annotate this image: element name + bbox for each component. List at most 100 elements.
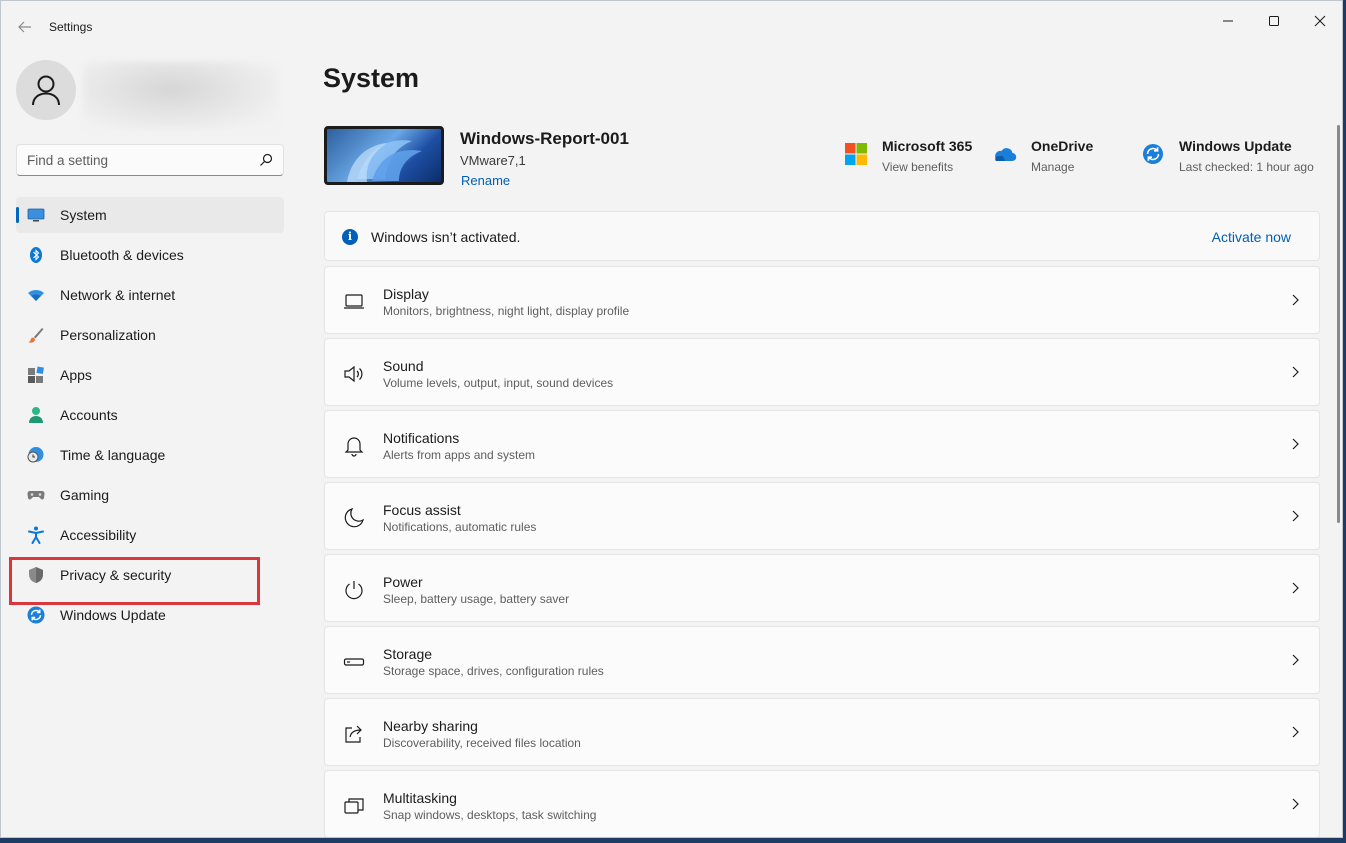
power-icon	[343, 579, 365, 601]
gamepad-icon	[27, 486, 45, 504]
card-title: Sound	[383, 358, 424, 374]
microsoft-logo-icon	[844, 142, 868, 166]
sidebar-item-personalization[interactable]: Personalization	[16, 317, 284, 353]
activation-message: Windows isn’t activated.	[371, 229, 521, 245]
multitasking-icon	[343, 795, 365, 817]
sidebar-item-network[interactable]: Network & internet	[16, 277, 284, 313]
sidebar-item-label: Personalization	[60, 327, 156, 343]
back-arrow-icon[interactable]	[15, 17, 35, 37]
card-multitasking[interactable]: Multitasking Snap windows, desktops, tas…	[324, 770, 1320, 837]
card-display[interactable]: Display Monitors, brightness, night ligh…	[324, 266, 1320, 334]
chevron-right-icon	[1289, 581, 1301, 595]
rename-link[interactable]: Rename	[461, 173, 510, 188]
bluetooth-icon	[27, 246, 45, 264]
moon-icon	[343, 507, 365, 529]
card-title: Multitasking	[383, 790, 457, 806]
sync-icon	[27, 606, 45, 624]
quick-link-subtitle: Manage	[1031, 160, 1075, 174]
activate-now-link[interactable]: Activate now	[1212, 229, 1291, 245]
brush-icon	[27, 326, 45, 344]
sidebar-item-label: Accessibility	[60, 527, 137, 543]
chevron-right-icon	[1289, 437, 1301, 451]
sync-icon	[1141, 142, 1165, 166]
card-title: Notifications	[383, 430, 460, 446]
page-title: System	[323, 63, 420, 93]
card-subtitle: Sleep, battery usage, battery saver	[383, 592, 570, 606]
card-nearby-sharing[interactable]: Nearby sharing Discoverability, received…	[324, 698, 1320, 766]
sidebar-item-label: Bluetooth & devices	[60, 247, 184, 263]
sidebar-item-accessibility[interactable]: Accessibility	[16, 517, 284, 553]
wifi-icon	[27, 286, 45, 304]
card-subtitle: Storage space, drives, configuration rul…	[383, 664, 604, 678]
person-icon	[32, 75, 60, 106]
display-icon	[343, 291, 365, 313]
card-title: Nearby sharing	[383, 718, 478, 734]
card-title: Storage	[383, 646, 433, 662]
sidebar-item-gaming[interactable]: Gaming	[16, 477, 284, 513]
info-icon: i	[342, 229, 358, 245]
accessibility-icon	[27, 526, 45, 544]
card-title: Power	[383, 574, 423, 590]
device-model: VMware7,1	[460, 153, 526, 168]
chevron-right-icon	[1289, 725, 1301, 739]
search-icon[interactable]	[259, 153, 273, 167]
sidebar-item-accounts[interactable]: Accounts	[16, 397, 284, 433]
maximize-icon[interactable]	[1251, 7, 1297, 35]
chevron-right-icon	[1289, 293, 1301, 307]
blurred-account-name	[83, 61, 279, 131]
storage-icon	[343, 651, 365, 673]
card-notifications[interactable]: Notifications Alerts from apps and syste…	[324, 410, 1320, 478]
settings-window: Settings System Bluetooth & devices	[0, 0, 1343, 838]
chevron-right-icon	[1289, 509, 1301, 523]
shield-icon	[27, 566, 45, 584]
search-input[interactable]	[27, 152, 259, 168]
minimize-icon[interactable]	[1205, 7, 1251, 35]
sidebar-item-label: Gaming	[60, 487, 110, 503]
quick-link-subtitle: View benefits	[882, 160, 954, 174]
scrollbar[interactable]	[1337, 125, 1340, 523]
sidebar-item-label: Privacy & security	[60, 567, 172, 583]
person-icon	[27, 406, 45, 424]
card-title: Display	[383, 286, 429, 302]
sidebar-item-privacy-security[interactable]: Privacy & security	[16, 557, 284, 593]
sidebar-item-time-language[interactable]: Time & language	[16, 437, 284, 473]
sidebar-item-label: Windows Update	[60, 607, 166, 623]
avatar[interactable]	[16, 60, 76, 120]
sidebar-item-label: Apps	[60, 367, 92, 383]
quick-link-title: Microsoft 365	[882, 138, 973, 154]
card-focus-assist[interactable]: Focus assist Notifications, automatic ru…	[324, 482, 1320, 550]
card-subtitle: Snap windows, desktops, task switching	[383, 808, 597, 822]
card-subtitle: Alerts from apps and system	[383, 448, 536, 462]
app-title: Settings	[49, 20, 93, 34]
close-icon[interactable]	[1297, 7, 1342, 35]
sidebar-item-label: System	[60, 207, 107, 223]
title-bar: Settings	[1, 1, 1342, 53]
card-title: Focus assist	[383, 502, 461, 518]
sidebar-item-apps[interactable]: Apps	[16, 357, 284, 393]
sidebar-nav: System Bluetooth & devices Network & int…	[16, 197, 284, 637]
sidebar-item-system[interactable]: System	[16, 197, 284, 233]
sidebar-item-bluetooth[interactable]: Bluetooth & devices	[16, 237, 284, 273]
card-power[interactable]: Power Sleep, battery usage, battery save…	[324, 554, 1320, 622]
share-icon	[343, 723, 365, 745]
apps-icon	[27, 366, 45, 384]
settings-list: Display Monitors, brightness, night ligh…	[324, 266, 1320, 837]
card-storage[interactable]: Storage Storage space, drives, configura…	[324, 626, 1320, 694]
activation-banner: i Windows isn’t activated. Activate now	[324, 211, 1320, 261]
sidebar-item-label: Accounts	[60, 407, 118, 423]
monitor-icon	[27, 206, 45, 224]
quick-link-subtitle: Last checked: 1 hour ago	[1179, 160, 1314, 174]
search-box[interactable]	[16, 144, 284, 176]
card-subtitle: Monitors, brightness, night light, displ…	[383, 304, 630, 318]
quick-link-title: Windows Update	[1179, 138, 1292, 154]
card-subtitle: Notifications, automatic rules	[383, 520, 537, 534]
chevron-right-icon	[1289, 365, 1301, 379]
speaker-icon	[343, 363, 365, 385]
device-wallpaper-thumbnail	[324, 126, 444, 185]
quick-link-title: OneDrive	[1031, 138, 1094, 154]
sidebar-item-windows-update[interactable]: Windows Update	[16, 597, 284, 633]
card-sound[interactable]: Sound Volume levels, output, input, soun…	[324, 338, 1320, 406]
bell-icon	[343, 435, 365, 457]
chevron-right-icon	[1289, 653, 1301, 667]
sidebar-item-label: Time & language	[60, 447, 166, 463]
